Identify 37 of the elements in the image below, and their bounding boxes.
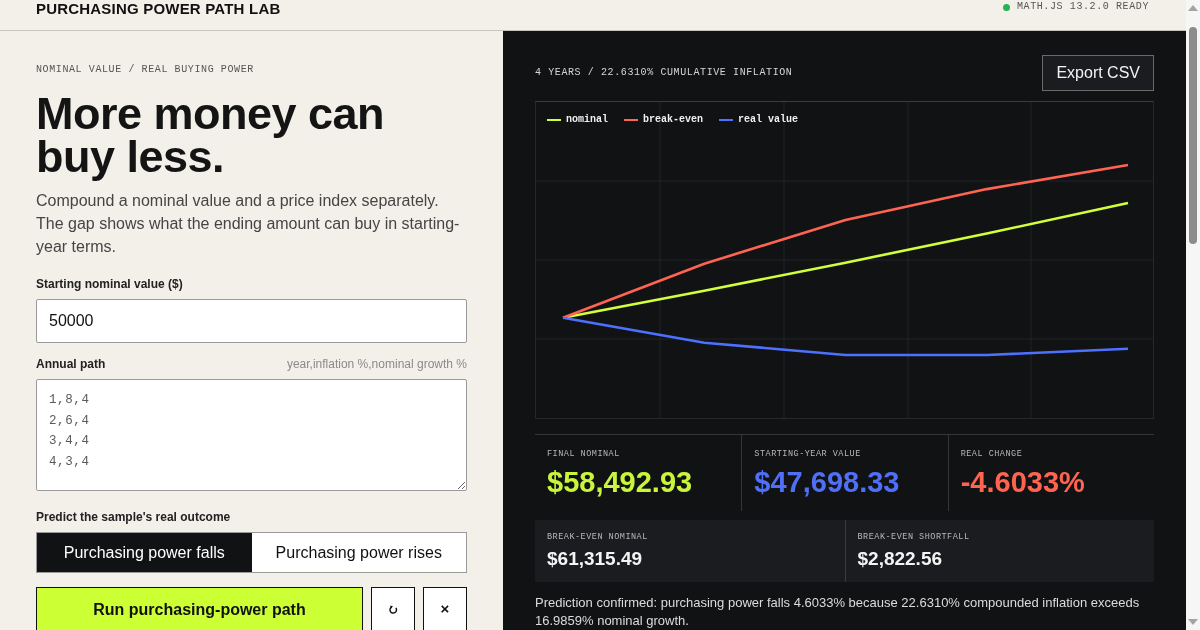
chart-title: 4 YEARS / 22.6310% CUMULATIVE INFLATION [535, 66, 793, 80]
field-label: Predict the sample's real outcome [36, 509, 232, 525]
export-csv-button[interactable]: Export CSV [1042, 55, 1154, 91]
metric-label: BREAK-EVEN SHORTFALL [857, 532, 971, 542]
prediction-text: Prediction confirmed: purchasing power falls 4.6033% because 22.6310% compounded inflation exceeds 16.9859% nominal growth. [535, 594, 1141, 630]
field-label: Annual path [36, 356, 106, 372]
scrollbar-track[interactable] [1186, 0, 1200, 630]
status-dot-icon [1002, 3, 1010, 11]
metric-value: $47,698.33 [754, 465, 901, 499]
legend-label: nominal [566, 114, 608, 126]
metric-label: REAL CHANGE [960, 449, 1024, 459]
legend-label: break-even [643, 114, 704, 126]
format-hint: year,inflation %,nominal growth % [286, 356, 467, 372]
legend-label: real value [738, 114, 799, 126]
reset-button[interactable] [371, 587, 415, 630]
outcome-option[interactable]: Purchasing power rises [251, 533, 466, 572]
annual-path-field[interactable]: 1,8,4 2,6,4 3,4,4 4,3,4 [36, 379, 467, 491]
metric-value: $61,315.49 [547, 548, 644, 570]
metric-label: STARTING-YEAR VALUE [754, 449, 862, 459]
run-button[interactable]: Run purchasing-power path [36, 587, 363, 630]
field-label: Starting nominal value ($) [36, 276, 184, 292]
metric-label: BREAK-EVEN NOMINAL [547, 532, 649, 542]
eyebrow-text: NOMINAL VALUE / REAL BUYING POWER [36, 63, 255, 77]
outcome-option[interactable]: Purchasing power falls [37, 533, 252, 572]
scroll-up-icon[interactable] [1188, 5, 1198, 11]
metric-value: $58,492.93 [547, 465, 694, 499]
metric-label: FINAL NOMINAL [547, 449, 621, 459]
reset-icon [388, 605, 398, 614]
scrollbar-thumb[interactable] [1189, 27, 1197, 244]
scroll-down-icon[interactable] [1188, 619, 1198, 625]
intro-paragraph: Compound a nominal value and a price index separately. The gap shows what the ending amount can buy in starting-year terms. [36, 191, 461, 257]
metric-value: -4.6033% [960, 465, 1086, 499]
starting-value-field[interactable]: 50000 [36, 299, 467, 343]
app-title: PURCHASING POWER PATH LAB [36, 0, 281, 17]
metric-value: $2,822.56 [857, 548, 944, 570]
clear-button[interactable]: × [423, 587, 467, 630]
status-text: MATH.JS 13.2.0 READY [1016, 1, 1149, 13]
